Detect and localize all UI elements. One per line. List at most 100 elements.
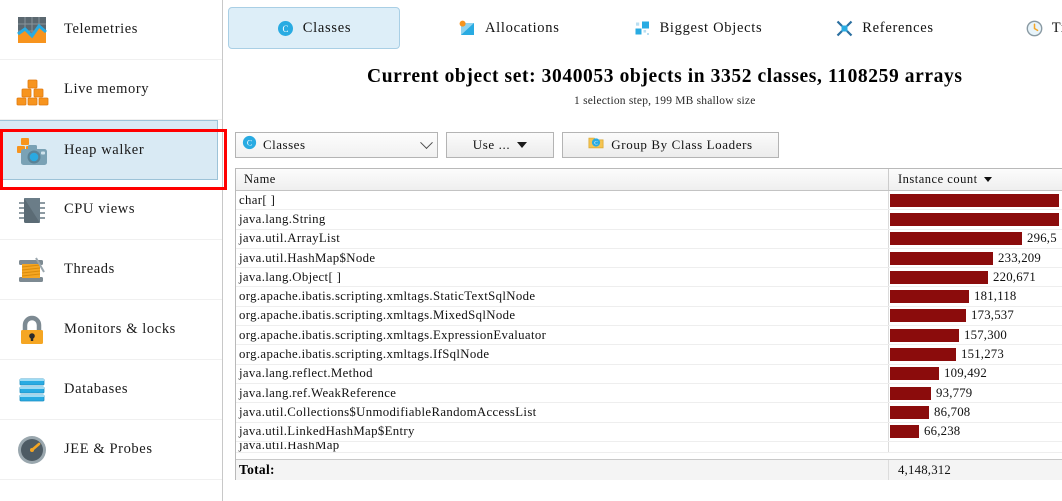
table-cell-instance-count: 181,118 — [889, 287, 1062, 305]
instance-count-bar — [890, 386, 931, 400]
instance-count-bar — [890, 290, 969, 304]
instance-count-value: 86,708 — [934, 404, 971, 419]
table-cell-instance-count — [889, 442, 1062, 452]
sidebar-item-heap-walker[interactable]: Heap walker — [0, 120, 218, 180]
table-cell-name: org.apache.ibatis.scripting.xmltags.IfSq… — [236, 345, 889, 364]
table-cell-instance-count — [889, 191, 1062, 209]
sidebar-item-jee-probes[interactable]: JEE & Probes — [0, 420, 222, 480]
instance-count-value: 173,537 — [971, 308, 1014, 323]
instance-count-value: 296,5 — [1027, 231, 1057, 246]
classes-table: Name Instance count char[ ] java.lang.Str… — [235, 168, 1062, 480]
allocations-icon — [459, 20, 476, 37]
table-row[interactable]: org.apache.ibatis.scripting.xmltags.IfSq… — [236, 345, 1062, 365]
classes-icon: C — [242, 135, 257, 155]
table-cell-name: java.util.HashMap — [236, 441, 889, 452]
sidebar-item-databases[interactable]: Databases — [0, 360, 222, 420]
table-cell-instance-count: 220,671 — [889, 268, 1062, 286]
use-dropdown-button[interactable]: Use ... — [446, 132, 554, 158]
table-cell-name: java.util.ArrayList — [236, 229, 889, 248]
table-cell-name: java.lang.reflect.Method — [236, 364, 889, 383]
sidebar-item-monitors-locks[interactable]: Monitors & locks — [0, 300, 222, 360]
heapwalker-toolbar: C Classes Use ... C Group By Class Loade… — [228, 132, 1062, 158]
table-row[interactable]: java.lang.reflect.Method 109,492 — [236, 364, 1062, 384]
sidebar: Telemetries Live memory Heap walker CPU … — [0, 0, 227, 501]
instance-count-value: 157,300 — [964, 327, 1007, 342]
table-cell-instance-count: 151,273 — [889, 345, 1062, 363]
total-label: Total: — [236, 460, 889, 480]
sidebar-item-live-memory[interactable]: Live memory — [0, 60, 222, 120]
table-cell-name: java.lang.Object[ ] — [236, 268, 889, 287]
sidebar-item-label: Telemetries — [64, 21, 139, 37]
table-cell-instance-count: 109,492 — [889, 365, 1062, 383]
column-header-name[interactable]: Name — [236, 169, 889, 190]
table-header-row: Name Instance count — [236, 169, 1062, 191]
sidebar-item-label: Live memory — [64, 81, 150, 97]
instance-count-value: 109,492 — [944, 366, 987, 381]
svg-text:C: C — [282, 24, 288, 34]
clock-icon — [1026, 20, 1043, 37]
biggest-objects-icon — [634, 20, 651, 37]
sort-descending-icon — [983, 177, 992, 182]
svg-text:C: C — [247, 139, 252, 148]
view-tabbar: C Classes Allocations Biggest Objects Re… — [228, 0, 1062, 56]
table-cell-name: org.apache.ibatis.scripting.xmltags.Expr… — [236, 326, 889, 345]
group-button-label: Group By Class Loaders — [611, 137, 753, 152]
table-cell-name: java.lang.String — [236, 210, 889, 229]
tab-label: Time — [1051, 19, 1062, 36]
instance-count-bar — [890, 405, 929, 419]
instance-count-bar — [890, 270, 988, 284]
instance-count-bar — [890, 328, 959, 342]
sidebar-item-label: Monitors & locks — [64, 321, 176, 337]
table-cell-instance-count — [889, 210, 1062, 228]
group-by-class-loaders-button[interactable]: C Group By Class Loaders — [562, 132, 779, 158]
sidebar-item-label: Threads — [64, 261, 115, 277]
table-row[interactable]: org.apache.ibatis.scripting.xmltags.Expr… — [236, 326, 1062, 346]
table-cell-instance-count: 93,779 — [889, 384, 1062, 402]
table-cell-instance-count: 233,209 — [889, 249, 1062, 267]
live-memory-icon — [14, 72, 50, 108]
table-cell-instance-count: 296,5 — [889, 230, 1062, 248]
table-cell-name: java.lang.ref.WeakReference — [236, 383, 889, 403]
cpu-views-icon — [14, 192, 50, 228]
table-row[interactable]: org.apache.ibatis.scripting.xmltags.Stat… — [236, 287, 1062, 307]
table-row[interactable]: java.lang.Object[ ] 220,671 — [236, 268, 1062, 288]
table-cell-name: java.util.HashMap$Node — [236, 248, 889, 268]
chevron-down-icon — [420, 135, 433, 149]
instance-count-value: 93,779 — [936, 385, 973, 400]
instance-count-bar — [890, 367, 939, 381]
tab-references[interactable]: References — [815, 7, 954, 49]
table-row[interactable]: java.util.ArrayList 296,5 — [236, 229, 1062, 249]
table-cell-instance-count: 157,300 — [889, 326, 1062, 344]
sidebar-item-label: CPU views — [64, 201, 136, 217]
table-row[interactable]: java.lang.String — [236, 210, 1062, 230]
table-row[interactable]: java.lang.ref.WeakReference 93,779 — [236, 383, 1062, 404]
view-type-value: Classes — [263, 137, 306, 152]
table-row[interactable]: java.util.LinkedHashMap$Entry 66,238 — [236, 422, 1062, 442]
view-type-select[interactable]: C Classes — [235, 132, 438, 158]
tab-label: Classes — [302, 19, 352, 36]
instance-count-value: 233,209 — [998, 250, 1041, 265]
table-row[interactable]: java.util.Collections$UnmodifiableRandom… — [236, 403, 1062, 423]
sidebar-item-label: Heap walker — [64, 141, 145, 158]
tab-classes[interactable]: C Classes — [228, 7, 400, 49]
table-row[interactable]: char[ ] — [236, 191, 1062, 211]
tab-biggest-objects[interactable]: Biggest Objects — [613, 7, 784, 49]
column-header-instance-count[interactable]: Instance count — [889, 169, 1062, 190]
sidebar-item-label: Databases — [64, 381, 129, 397]
table-row[interactable]: java.util.HashMap$Node 233,209 — [236, 248, 1062, 269]
svg-text:C: C — [595, 141, 599, 147]
sidebar-item-threads[interactable]: Threads — [0, 240, 222, 300]
sidebar-item-cpu-views[interactable]: CPU views — [0, 180, 222, 240]
instance-count-bar — [890, 348, 956, 362]
total-value: 4,148,312 — [898, 462, 951, 477]
table-row[interactable]: org.apache.ibatis.scripting.xmltags.Mixe… — [236, 306, 1062, 327]
sidebar-item-telemetries[interactable]: Telemetries — [0, 0, 222, 60]
tab-allocations[interactable]: Allocations — [438, 7, 581, 49]
tab-label: References — [862, 19, 934, 36]
tab-time[interactable]: Time — [1005, 7, 1062, 49]
database-icon — [14, 372, 50, 408]
table-cell-instance-count: 66,238 — [889, 423, 1062, 441]
telemetries-icon — [14, 12, 50, 48]
instance-count-value: 181,118 — [974, 289, 1017, 304]
table-cell-name: java.util.Collections$UnmodifiableRandom… — [236, 403, 889, 422]
